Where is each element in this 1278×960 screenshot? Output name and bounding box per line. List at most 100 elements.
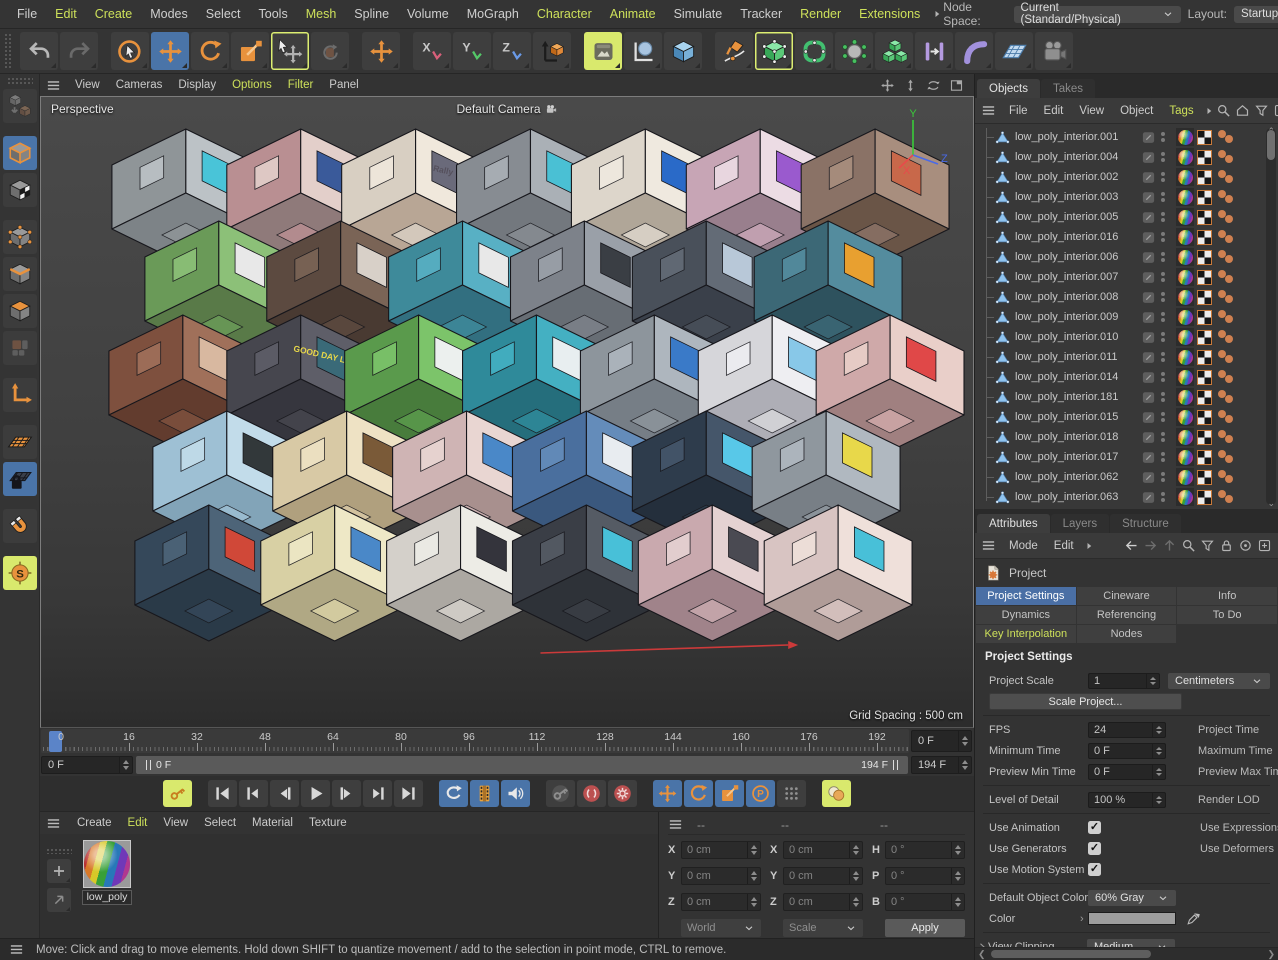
attributes-hscrollbar[interactable]: ❮ ❯ xyxy=(975,947,1278,960)
polygon-object-icon[interactable] xyxy=(995,250,1011,265)
menu-overflow-icon[interactable] xyxy=(1203,105,1215,117)
object-row[interactable]: low_poly_interior.181 xyxy=(983,387,1278,407)
phong-tag-icons[interactable] xyxy=(1217,229,1237,245)
attributes-tab-structure[interactable]: Structure xyxy=(1110,514,1181,533)
tree-branch[interactable] xyxy=(983,227,994,247)
material-tag[interactable] xyxy=(1176,308,1194,326)
objects-menu-edit[interactable]: Edit xyxy=(1036,105,1072,117)
menu-file[interactable]: File xyxy=(8,7,46,21)
texture-tag-icon[interactable] xyxy=(1197,410,1212,425)
color-swatch[interactable] xyxy=(1088,912,1176,925)
range-end-stepper[interactable] xyxy=(958,757,971,773)
focus-icon[interactable] xyxy=(1238,538,1253,553)
object-name[interactable]: low_poly_interior.014 xyxy=(1015,371,1141,383)
phong-tag-icons[interactable] xyxy=(1217,209,1237,225)
apply-button[interactable]: Apply xyxy=(885,919,965,937)
tree-branch[interactable] xyxy=(983,367,994,387)
keying-settings-button[interactable] xyxy=(608,780,637,807)
value-field[interactable]: 0 F xyxy=(1088,743,1166,759)
object-name[interactable]: low_poly_interior.062 xyxy=(1015,471,1141,483)
value-stepper[interactable] xyxy=(1152,744,1165,758)
edit-state-icon[interactable] xyxy=(1141,190,1156,205)
coordinate-field[interactable]: 0 cm xyxy=(783,867,863,885)
object-name[interactable]: low_poly_interior.063 xyxy=(1015,491,1141,503)
viewport-menu-filter[interactable]: Filter xyxy=(280,79,322,91)
axis-mode-button[interactable] xyxy=(3,378,37,412)
polygon-object-icon[interactable] xyxy=(995,350,1011,365)
tree-branch[interactable] xyxy=(983,487,994,507)
viewport-menu-panel[interactable]: Panel xyxy=(321,79,366,91)
bend-deformer-button[interactable] xyxy=(955,32,993,70)
expand-icon[interactable]: › xyxy=(1080,913,1084,925)
attr-tab-project-settings[interactable]: Project Settings xyxy=(976,587,1076,605)
value-field[interactable]: 24 xyxy=(1088,722,1166,738)
phong-tag-icons[interactable] xyxy=(1217,409,1237,425)
value-field[interactable]: 0 F xyxy=(1088,764,1166,780)
go-up-icon[interactable] xyxy=(1162,538,1177,553)
value-stepper[interactable] xyxy=(849,842,862,858)
menu-edit[interactable]: Edit xyxy=(46,7,86,21)
value-field[interactable]: 100 % xyxy=(1088,792,1166,808)
hamburger-icon[interactable] xyxy=(668,817,683,832)
cloner-button[interactable] xyxy=(875,32,913,70)
filter-icon[interactable] xyxy=(1254,103,1269,118)
texture-tag-icon[interactable] xyxy=(1197,490,1212,505)
volume-builder-button[interactable] xyxy=(835,32,873,70)
polygon-object-icon[interactable] xyxy=(995,150,1011,165)
object-row[interactable]: low_poly_interior.015 xyxy=(983,407,1278,427)
phong-tag-icons[interactable] xyxy=(1217,329,1237,345)
texture-tag-icon[interactable] xyxy=(1197,270,1212,285)
symmetry-button[interactable] xyxy=(915,32,953,70)
subdivision-surface-button[interactable] xyxy=(795,32,833,70)
tree-branch[interactable] xyxy=(983,287,994,307)
texture-tag-icon[interactable] xyxy=(1197,290,1212,305)
value-stepper[interactable] xyxy=(1146,674,1159,688)
objects-menu-tags[interactable]: Tags xyxy=(1161,105,1201,117)
visibility-dots[interactable] xyxy=(1159,412,1166,422)
phong-tag-icons[interactable] xyxy=(1217,169,1237,185)
coordinate-field[interactable]: 0 ° xyxy=(885,841,965,859)
pen-tool-button[interactable] xyxy=(715,32,753,70)
material-name[interactable]: low_poly xyxy=(82,890,133,905)
edit-state-icon[interactable] xyxy=(1141,310,1156,325)
texture-tag-icon[interactable] xyxy=(1197,190,1212,205)
polygon-object-icon[interactable] xyxy=(995,310,1011,325)
coordinate-mode-select[interactable]: Scale xyxy=(783,919,863,937)
tree-branch[interactable] xyxy=(983,167,994,187)
coordinate-field[interactable]: 0 cm xyxy=(681,893,761,911)
coordinate-field[interactable]: 0 cm xyxy=(783,893,863,911)
keyframe-selection-button[interactable] xyxy=(822,780,851,807)
move-tool[interactable] xyxy=(151,32,189,70)
material-tag[interactable] xyxy=(1176,468,1194,486)
lock-x-axis-button[interactable]: X xyxy=(413,32,451,70)
object-row[interactable]: low_poly_interior.003 xyxy=(983,187,1278,207)
filter-icon[interactable] xyxy=(1200,538,1215,553)
object-row[interactable]: low_poly_interior.005 xyxy=(983,207,1278,227)
attr-tab-key-interpolation[interactable]: Key Interpolation xyxy=(976,625,1076,643)
polygon-object-icon[interactable] xyxy=(995,170,1011,185)
object-name[interactable]: low_poly_interior.015 xyxy=(1015,411,1141,423)
polygon-object-icon[interactable] xyxy=(995,430,1011,445)
object-name[interactable]: low_poly_interior.005 xyxy=(1015,211,1141,223)
object-name[interactable]: low_poly_interior.002 xyxy=(1015,171,1141,183)
edge-mode-button[interactable] xyxy=(3,257,37,291)
layout-select[interactable]: Startup xyxy=(1234,6,1278,23)
value-stepper[interactable] xyxy=(849,868,862,884)
goto-prev-key-button[interactable] xyxy=(239,780,268,807)
floor-button[interactable] xyxy=(995,32,1033,70)
object-name[interactable]: low_poly_interior.011 xyxy=(1015,351,1141,363)
texture-tag-icon[interactable] xyxy=(1197,450,1212,465)
viewport-menu-display[interactable]: Display xyxy=(170,79,224,91)
live-selection-tool[interactable] xyxy=(111,32,149,70)
object-row[interactable]: low_poly_interior.006 xyxy=(983,247,1278,267)
texture-tag-icon[interactable] xyxy=(1197,250,1212,265)
polygon-object-icon[interactable] xyxy=(995,190,1011,205)
point-mode-button[interactable] xyxy=(3,220,37,254)
eyedropper-icon[interactable] xyxy=(1186,911,1201,926)
timeline-ruler[interactable]: 0163248648096112128144160176192 xyxy=(41,729,909,753)
phong-tag-icons[interactable] xyxy=(1217,489,1237,505)
value-stepper[interactable] xyxy=(951,842,964,858)
texture-tag-icon[interactable] xyxy=(1197,350,1212,365)
edit-state-icon[interactable] xyxy=(1141,350,1156,365)
hscrollbar-thumb[interactable] xyxy=(991,950,1151,958)
